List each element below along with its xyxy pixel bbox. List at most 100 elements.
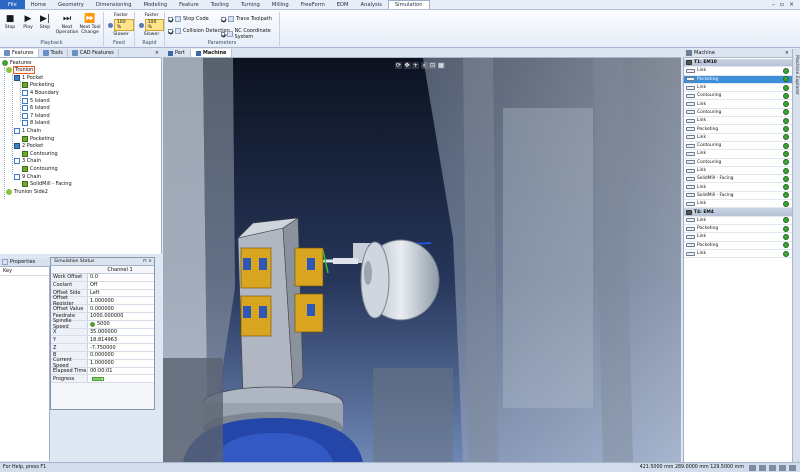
nc-coordinate-system-checkbox[interactable]: NC Coordinate System (221, 28, 279, 40)
machine-operation-row[interactable]: Pocketing (684, 75, 792, 84)
feed-faster-button[interactable]: Faster (114, 13, 128, 18)
close-icon[interactable]: × (789, 1, 794, 8)
rapid-slider-icon[interactable] (139, 22, 144, 28)
pin-close-icon[interactable]: ⊓ × (143, 259, 154, 264)
menu-tab-edm[interactable]: EDM (331, 0, 355, 9)
machine-operation-row[interactable]: Link (684, 117, 792, 126)
machine-operation-row[interactable]: Link (684, 167, 792, 176)
step-button[interactable]: ▶| Step (35, 14, 55, 30)
machine-operation-row[interactable]: SolidMill - Facing (684, 175, 792, 184)
simulation-status-header[interactable]: Simulation Status ⊓ × (51, 258, 154, 266)
zoom-in-icon[interactable]: + (412, 62, 419, 69)
feed-slower-button[interactable]: Slower (113, 32, 128, 37)
rapid-slower-button[interactable]: Slower (144, 32, 159, 37)
rapid-value[interactable]: 100 % (144, 19, 164, 31)
machine-explorer-strip[interactable]: Machine Explorer (792, 49, 800, 462)
trace-toolpath-checkbox[interactable]: Trace Toolpath (221, 16, 272, 22)
view-icon[interactable] (779, 464, 786, 471)
machine-operation-row[interactable]: Link (684, 67, 792, 76)
tree-item-9-chain[interactable]: 9 Chain (14, 173, 41, 180)
feed-slider-icon[interactable] (108, 22, 113, 28)
grid-icon[interactable] (749, 464, 756, 471)
tab-machine[interactable]: Machine (190, 49, 233, 57)
stop-code-icon (175, 16, 181, 22)
tree-item-contouring-2[interactable]: Contouring (22, 165, 58, 172)
close-icon[interactable]: × (155, 49, 162, 57)
machine-viewport[interactable] (163, 58, 681, 462)
menu-tab-analysis[interactable]: Analysis (355, 0, 388, 9)
tree-item-2-pocket[interactable]: 2 Pocket (14, 143, 43, 150)
menu-tab-simulation[interactable]: Simulation (387, 0, 430, 9)
units-icon[interactable] (769, 464, 776, 471)
feed-value[interactable]: 100 % (113, 19, 134, 31)
pan-icon[interactable]: ✥ (403, 62, 411, 69)
machine-operation-row[interactable]: Contouring (684, 109, 792, 118)
tree-item-1-pocket[interactable]: 1 Pocket (14, 74, 43, 81)
tree-item-trunion[interactable]: Trunion (6, 66, 36, 75)
menu-tab-dimensioning[interactable]: Dimensioning (90, 0, 138, 9)
layer-icon[interactable] (789, 464, 796, 471)
tree-item-6-island[interactable]: 6 Island (22, 105, 50, 112)
zoom-icon[interactable]: ⌕ (420, 62, 428, 69)
machine-operation-row[interactable]: Contouring (684, 142, 792, 151)
machine-operation-row[interactable]: Link (684, 233, 792, 242)
minimize-icon[interactable]: – (772, 1, 775, 8)
machine-operation-row[interactable]: Pocketing (684, 242, 792, 250)
menu-tab-freeform[interactable]: FreeForm (295, 0, 331, 9)
machine-operation-row[interactable]: Link (684, 134, 792, 142)
tool-icon (686, 209, 692, 215)
tree-item-7-island[interactable]: 7 Island (22, 112, 50, 119)
rapid-faster-button[interactable]: Faster (145, 13, 159, 18)
tree-item-5-island[interactable]: 5 Island (22, 97, 50, 104)
machine-operation-row[interactable]: Link (684, 217, 792, 225)
machine-tool-header[interactable]: T4: EM4 (684, 208, 792, 217)
view-options-icon[interactable]: ▦ (437, 62, 445, 69)
restore-icon[interactable]: ▫ (780, 1, 784, 8)
machine-operation-row[interactable]: Link (684, 101, 792, 109)
tree-item-pocketing-2[interactable]: Pocketing (22, 135, 54, 142)
tree-item-8-island[interactable]: 8 Island (22, 120, 50, 127)
menu-tab-home[interactable]: Home (25, 0, 52, 9)
menu-tab-milling[interactable]: Milling (266, 0, 295, 9)
tab-machine-ops[interactable]: Machine (694, 50, 715, 56)
machine-operation-row[interactable]: Contouring (684, 159, 792, 167)
next-tool-change-button[interactable]: ⏩ Next Tool Change (79, 14, 101, 35)
menu-tab-modeling[interactable]: Modeling (138, 0, 174, 9)
tab-tools[interactable]: Tools (39, 49, 68, 57)
tab-cad-features[interactable]: CAD Features (68, 49, 119, 57)
tree-item-contouring[interactable]: Contouring (22, 150, 58, 157)
machine-tool-header[interactable]: T1: EM10 (684, 59, 792, 68)
tab-part[interactable]: Part (163, 49, 191, 57)
machine-operation-row[interactable]: Link (684, 84, 792, 93)
menu-tab-feature[interactable]: Feature (173, 0, 205, 9)
stop-code-checkbox[interactable]: Stop Code (168, 16, 209, 22)
tool-holder (333, 258, 358, 264)
menu-tab-turning[interactable]: Turning (235, 0, 266, 9)
machine-operation-row[interactable]: SolidMill - Facing (684, 192, 792, 201)
machine-operation-row[interactable]: Contouring (684, 92, 792, 101)
tree-item-3-chain[interactable]: 3 Chain (14, 158, 41, 165)
tab-features[interactable]: Features (0, 49, 39, 57)
tree-item-solidmill-facing[interactable]: SolidMill - Facing (22, 181, 72, 188)
zoom-fit-icon[interactable]: ⊡ (429, 62, 436, 69)
tree-item-features[interactable]: Features (2, 59, 32, 66)
tree-item-4-boundary[interactable]: 4 Boundary (22, 89, 59, 96)
machine-operation-row[interactable]: Link (684, 150, 792, 159)
machine-operation-row[interactable]: Link (684, 200, 792, 209)
tree-item-1-chain[interactable]: 1 Chain (14, 127, 41, 134)
rotate-icon[interactable]: ⟳ (395, 62, 402, 69)
menu-tab-tooling[interactable]: Tooling (205, 0, 235, 9)
next-operation-button[interactable]: ⏭ Next Operation (56, 14, 79, 35)
stop-button[interactable]: ■ Stop (0, 14, 20, 30)
snap-icon[interactable] (759, 464, 766, 471)
tree-item-trunion-side2[interactable]: Trunion Side2 (6, 188, 48, 195)
tree-item-pocketing[interactable]: Pocketing (22, 82, 54, 89)
machine-operation-row[interactable]: Pocketing (684, 225, 792, 234)
menu-tab-geometry[interactable]: Geometry (52, 0, 90, 9)
clamp-top-right (294, 247, 324, 287)
machine-operation-row[interactable]: Pocketing (684, 125, 792, 134)
machine-operation-row[interactable]: Link (684, 184, 792, 192)
machine-operation-row[interactable]: Link (684, 250, 792, 259)
close-icon[interactable]: × (785, 50, 792, 56)
menu-tab-file[interactable]: File (0, 0, 25, 9)
